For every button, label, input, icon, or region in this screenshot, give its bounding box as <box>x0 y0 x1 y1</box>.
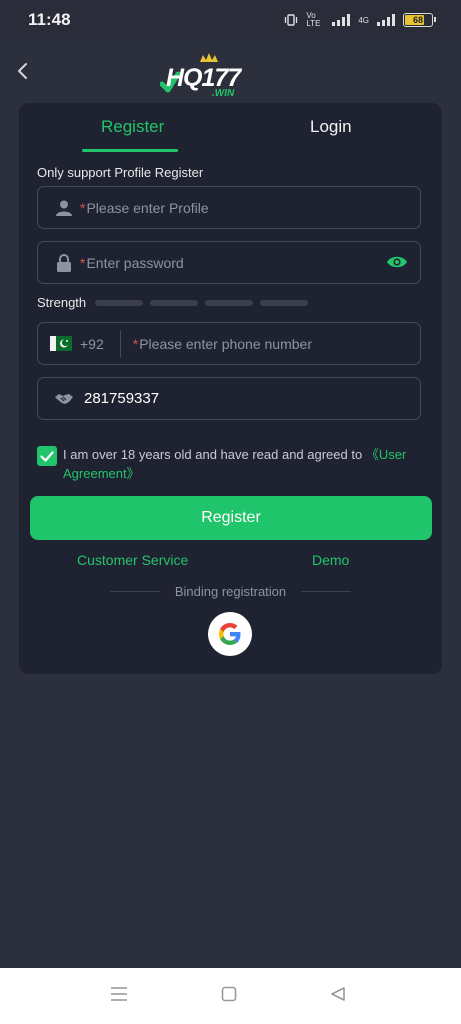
agree-text: I am over 18 years old and have read and… <box>63 445 421 483</box>
signal-icon <box>332 14 351 26</box>
back-button[interactable] <box>10 56 34 86</box>
handshake-icon <box>50 392 78 406</box>
required-mark: * <box>80 199 86 216</box>
battery-icon: 68 <box>403 13 436 27</box>
back-nav-button[interactable] <box>330 986 346 1007</box>
profile-placeholder: Please enter Profile <box>86 199 209 216</box>
volte-label: Vo LTE <box>306 11 321 28</box>
pakistan-flag-icon[interactable] <box>50 336 72 351</box>
menu-icon <box>111 987 127 1001</box>
customer-service-link[interactable]: Customer Service <box>77 552 188 568</box>
agreement-row: I am over 18 years old and have read and… <box>37 445 421 483</box>
required-mark: * <box>80 254 86 271</box>
home-button[interactable] <box>221 986 237 1007</box>
required-mark: * <box>132 335 139 352</box>
profile-field[interactable]: * Please enter Profile <box>37 186 421 229</box>
logo: HQ177 .WIN <box>159 50 252 100</box>
signal-icon-2 <box>377 14 395 26</box>
system-nav-bar <box>0 968 461 1024</box>
active-tab-indicator <box>82 149 178 152</box>
status-bar: 11:48 Vo LTE 4G 68 <box>0 0 461 40</box>
status-icons: Vo LTE 4G 68 <box>284 11 436 28</box>
tab-register[interactable]: Register <box>101 117 164 137</box>
register-hint: Only support Profile Register <box>37 165 204 180</box>
lock-icon <box>50 253 78 272</box>
tab-login[interactable]: Login <box>310 117 352 137</box>
agree-text-body: I am over 18 years old and have read and… <box>63 447 366 462</box>
strength-label: Strength <box>37 295 87 310</box>
demo-link[interactable]: Demo <box>312 552 349 568</box>
checkmark-icon <box>40 450 54 462</box>
register-button[interactable]: Register <box>30 496 432 540</box>
divider <box>119 329 121 358</box>
status-time: 11:48 <box>28 10 71 29</box>
password-field[interactable]: * Enter password <box>37 241 421 284</box>
phone-placeholder: Please enter phone number <box>139 335 312 352</box>
google-icon <box>219 623 241 645</box>
strength-meter <box>95 300 308 306</box>
agree-checkbox[interactable] <box>37 446 57 466</box>
menu-button[interactable] <box>110 986 128 1007</box>
tabs: Register Login <box>19 103 442 153</box>
password-placeholder: Enter password <box>86 254 184 271</box>
binding-divider: Binding registration <box>19 584 442 599</box>
google-login-button[interactable] <box>208 612 252 656</box>
binding-text: Binding registration <box>174 584 287 599</box>
country-code[interactable]: +92 <box>80 336 104 352</box>
show-password-icon[interactable] <box>386 254 408 275</box>
chevron-left-icon <box>18 63 27 79</box>
register-card: Register Login Only support Profile Regi… <box>19 103 442 674</box>
user-icon <box>50 199 78 217</box>
logo-subtext: .WIN <box>212 88 235 99</box>
home-square-icon <box>221 986 237 1002</box>
battery-level: 68 <box>412 15 423 25</box>
vibrate-icon <box>285 14 298 26</box>
header: HQ177 .WIN <box>0 40 461 104</box>
network-label: 4G <box>358 15 369 25</box>
invite-code-field[interactable]: 281759337 <box>37 377 421 420</box>
triangle-back-icon <box>331 987 345 1001</box>
phone-field[interactable]: +92 * Please enter phone number <box>37 322 421 365</box>
invite-code-value: 281759337 <box>84 390 160 407</box>
